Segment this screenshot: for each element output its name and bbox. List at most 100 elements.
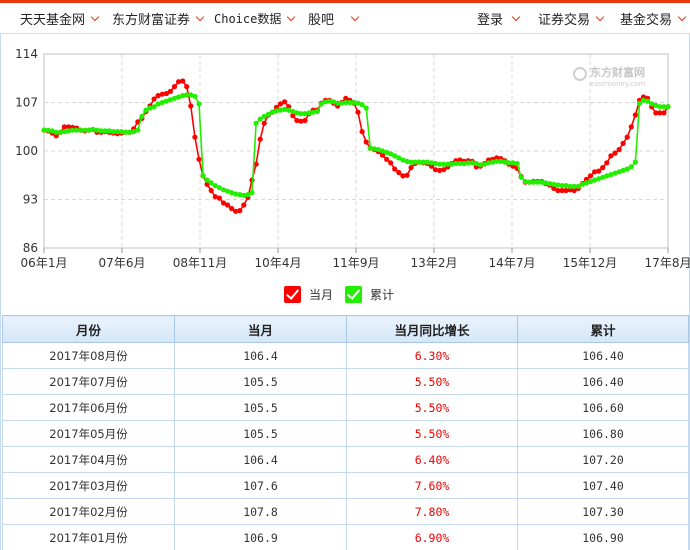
data-point	[620, 140, 626, 146]
x-tick-label: 13年2月	[411, 256, 458, 270]
nav-label: 股吧	[308, 13, 335, 28]
table-row: 2017年04月份 106.4 6.40% 107.20	[2, 446, 689, 473]
data-point	[224, 202, 231, 208]
chevron-down-icon	[677, 12, 687, 21]
cell-yoy: 6.40%	[346, 446, 518, 473]
data-point	[632, 112, 639, 118]
data-point	[628, 124, 634, 130]
data-point	[596, 168, 602, 174]
nav-label: 基金交易	[620, 13, 673, 28]
table-row: 2017年06月份 105.5 5.50% 106.60	[2, 394, 689, 421]
y-tick-label: 86	[23, 241, 38, 255]
y-tick-label: 114	[15, 47, 38, 61]
data-point	[151, 96, 157, 102]
data-point	[518, 174, 524, 180]
y-tick-label: 100	[15, 144, 38, 158]
data-point	[665, 104, 671, 110]
column-header-yoy[interactable]: 当月同比增长	[346, 315, 518, 343]
column-header-current[interactable]: 当月	[174, 315, 347, 343]
y-tick-label: 107	[15, 96, 38, 110]
nav-securities-trading[interactable]: 证券交易	[538, 3, 605, 34]
nav-login[interactable]: 登录	[477, 3, 521, 34]
nav-tiantian-fund[interactable]: 天天基金网	[20, 3, 100, 34]
cell-current: 106.4	[174, 446, 347, 473]
chart-legend: 当月 累计	[0, 286, 690, 308]
chevron-down-icon	[90, 12, 100, 21]
cell-yoy: 5.50%	[346, 368, 518, 395]
table-row: 2017年05月份 105.5 5.50% 106.80	[2, 420, 689, 447]
data-point	[188, 103, 194, 109]
cell-current: 107.8	[174, 498, 347, 525]
cell-yoy: 5.50%	[346, 394, 518, 421]
data-point	[167, 88, 173, 94]
chevron-down-icon	[287, 12, 296, 21]
nav-label: 登录	[477, 13, 504, 28]
x-tick-label: 17年8月	[645, 256, 690, 270]
cell-cumulative: 106.60	[517, 394, 689, 421]
checkbox-checked-icon[interactable]	[284, 286, 301, 303]
cell-cumulative: 106.90	[517, 524, 689, 550]
data-point	[192, 93, 198, 99]
legend-item-cumulative[interactable]: 累计	[345, 286, 394, 303]
data-point	[632, 159, 639, 165]
data-point	[261, 120, 267, 126]
data-point	[384, 156, 390, 162]
x-tick-label: 14年7月	[489, 256, 536, 270]
cell-month: 2017年02月份	[2, 498, 175, 525]
nav-fund-trading[interactable]: 基金交易	[620, 3, 687, 34]
x-tick-label: 08年11月	[173, 256, 228, 270]
cell-month: 2017年03月份	[2, 472, 175, 499]
chevron-down-icon	[195, 12, 205, 21]
x-tick-label: 15年12月	[563, 256, 618, 270]
legend-label: 累计	[370, 288, 395, 302]
data-point	[363, 139, 369, 145]
data-point	[628, 164, 634, 170]
cell-cumulative: 107.30	[517, 498, 689, 525]
data-point	[184, 84, 190, 90]
data-point	[216, 195, 222, 201]
nav-guba[interactable]: 股吧	[308, 3, 360, 34]
data-point	[616, 147, 622, 153]
watermark-logo: 东方财富网	[590, 65, 645, 79]
table-header-row: 月份 当月 当月同比增长 累计	[2, 315, 689, 343]
cell-current: 105.5	[174, 394, 347, 421]
legend-label: 当月	[309, 288, 334, 302]
cell-month: 2017年05月份	[2, 420, 175, 447]
cell-current: 106.4	[174, 342, 347, 369]
data-point	[237, 208, 243, 214]
nav-label: 证券交易	[538, 13, 591, 28]
cell-yoy: 5.50%	[346, 420, 518, 447]
cell-cumulative: 107.20	[517, 446, 689, 473]
data-point	[363, 105, 369, 111]
cell-current: 105.5	[174, 420, 347, 447]
cell-yoy: 6.90%	[346, 524, 518, 550]
data-point	[661, 110, 667, 116]
cell-month: 2017年01月份	[2, 524, 175, 550]
x-tick-label: 11年9月	[333, 256, 380, 270]
x-tick-label: 06年1月	[21, 256, 68, 270]
cell-yoy: 7.80%	[346, 498, 518, 525]
cell-current: 105.5	[174, 368, 347, 395]
data-point	[624, 134, 630, 140]
data-point	[314, 108, 320, 115]
top-nav-bar: 天天基金网 东方财富证券 Choice数据 股吧 登录 证券交易 基金交易	[0, 0, 690, 34]
nav-eastmoney-securities[interactable]: 东方财富证券	[112, 3, 205, 34]
data-point	[396, 169, 402, 176]
checkbox-checked-icon[interactable]	[345, 286, 362, 303]
y-tick-label: 93	[23, 193, 38, 207]
nav-choice-data[interactable]: Choice数据	[214, 3, 296, 34]
column-header-month[interactable]: 月份	[2, 315, 175, 343]
data-point	[359, 102, 365, 108]
cell-yoy: 7.60%	[346, 472, 518, 499]
data-point	[408, 165, 414, 171]
table-row: 2017年02月份 107.8 7.80% 107.30	[2, 498, 689, 525]
legend-item-monthly[interactable]: 当月	[284, 286, 333, 303]
data-point	[171, 84, 178, 90]
column-header-cumulative[interactable]: 累计	[517, 315, 689, 343]
nav-label: 天天基金网	[20, 13, 86, 28]
cell-month: 2017年04月份	[2, 446, 175, 473]
chart-canvas: 86 93 100 107 114 06年1月 07年6月 08年11月 10年4月 11年9月 1…	[15, 47, 690, 270]
cell-cumulative: 106.40	[517, 342, 689, 369]
cell-month: 2017年06月份	[2, 394, 175, 421]
data-point	[388, 160, 394, 166]
